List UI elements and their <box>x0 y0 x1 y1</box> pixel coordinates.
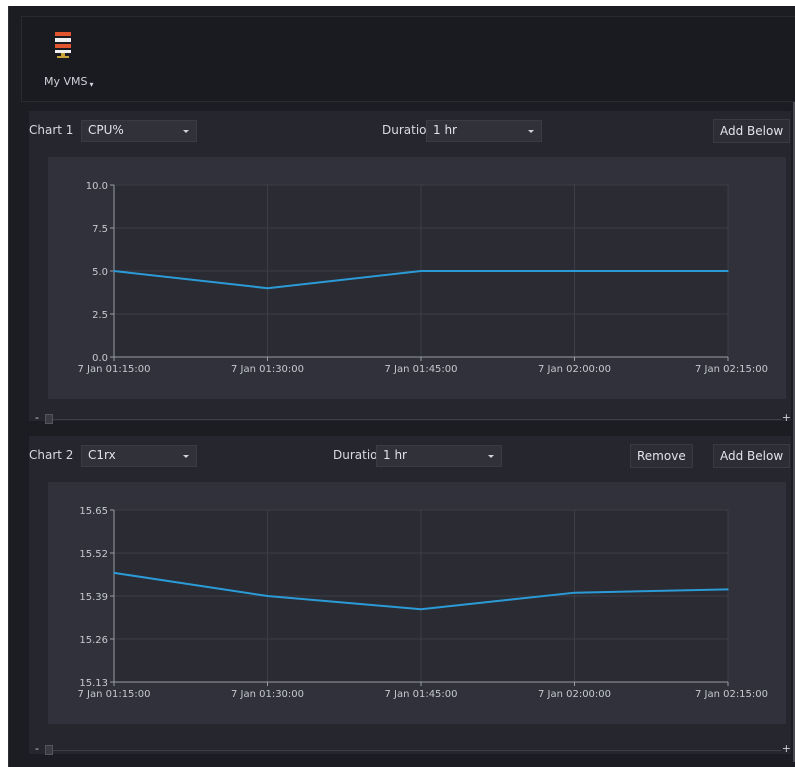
x-tick-label: 7 Jan 02:15:00 <box>695 689 768 700</box>
x-tick-label: 7 Jan 02:00:00 <box>538 364 611 375</box>
y-tick-label: 15.65 <box>79 506 108 517</box>
x-tick-label: 7 Jan 01:45:00 <box>384 689 457 700</box>
time-range-slider[interactable]: - + <box>29 411 791 427</box>
chart-area: 15.13 15.26 15.39 15.52 15.65 7 Jan 01:15:00 7… <box>48 482 786 724</box>
x-tick-label: 7 Jan 02:00:00 <box>538 689 611 700</box>
duration-select[interactable]: 1 hr <box>376 445 502 467</box>
x-tick-label: 7 Jan 02:15:00 <box>695 364 768 375</box>
slider-track[interactable] <box>53 419 781 420</box>
y-tick-label: 15.52 <box>79 549 108 560</box>
data-point <box>420 608 422 611</box>
dropdown-arrow-icon <box>488 455 494 458</box>
zoom-in-icon[interactable]: + <box>782 742 791 755</box>
app-window: My VMS ▾ Chart 1 CPU% Duration 1 hr Add B… <box>8 6 795 767</box>
x-tick-label: 7 Jan 01:45:00 <box>384 364 457 375</box>
header-bar: My VMS ▾ <box>21 16 795 102</box>
data-point <box>266 287 269 289</box>
line-chart: 15.13 15.26 15.39 15.52 15.65 7 Jan 01:15:00 7… <box>77 506 768 700</box>
y-tick-label: 7.5 <box>92 224 108 235</box>
data-point <box>266 595 269 597</box>
y-tick-label: 0.0 <box>92 353 108 364</box>
duration-select[interactable]: 1 hr <box>426 120 542 142</box>
time-range-slider[interactable]: - + <box>29 742 791 758</box>
y-tick-label: 15.39 <box>79 592 108 603</box>
zoom-out-icon[interactable]: - <box>35 411 39 424</box>
chart-panel-header: Chart 1 CPU% Duration 1 hr Add Below <box>29 111 791 153</box>
add-below-button[interactable]: Add Below <box>713 444 791 468</box>
dropdown-arrow-icon <box>183 130 189 133</box>
chart-panel-2: Chart 2 C1rx Duration 1 hr Remove Add Be… <box>29 436 791 755</box>
y-tick-label: 15.26 <box>79 635 108 646</box>
slider-handle[interactable] <box>45 745 53 755</box>
metric-select-value: C1rx <box>88 448 116 462</box>
duration-select-value: 1 hr <box>433 123 457 137</box>
line-chart: 0.0 2.5 5.0 7.5 10.0 7 Jan 01:15:00 7 Jan 01:3… <box>77 181 768 375</box>
chart-panel-header: Chart 2 C1rx Duration 1 hr Remove Add Be… <box>29 436 791 478</box>
dropdown-arrow-icon <box>183 455 189 458</box>
chart-label: Chart 1 <box>29 123 74 137</box>
vms-menu-label: My VMS <box>44 75 88 88</box>
slider-handle[interactable] <box>45 414 53 424</box>
x-tick-label: 7 Jan 01:30:00 <box>231 364 304 375</box>
data-point <box>573 270 576 272</box>
chart-panel-1: Chart 1 CPU% Duration 1 hr Add Below 0.0… <box>29 111 791 424</box>
remove-button[interactable]: Remove <box>630 444 693 468</box>
data-point <box>420 270 422 272</box>
caret-down-icon: ▾ <box>89 80 94 89</box>
vms-menu[interactable]: My VMS ▾ <box>44 75 94 89</box>
server-stack-icon[interactable] <box>53 31 73 63</box>
slider-track[interactable] <box>53 750 781 751</box>
metric-select-value: CPU% <box>88 123 124 137</box>
data-point <box>113 572 115 574</box>
data-point <box>727 270 729 272</box>
x-tick-label: 7 Jan 01:30:00 <box>231 689 304 700</box>
zoom-in-icon[interactable]: + <box>782 411 791 424</box>
zoom-out-icon[interactable]: - <box>35 742 39 755</box>
data-point <box>727 588 729 591</box>
metric-select[interactable]: CPU% <box>81 120 197 142</box>
duration-select-value: 1 hr <box>383 448 407 462</box>
x-tick-label: 7 Jan 01:15:00 <box>77 364 150 375</box>
chart-label: Chart 2 <box>29 448 74 462</box>
add-below-button[interactable]: Add Below <box>713 119 791 143</box>
metric-select[interactable]: C1rx <box>81 445 197 467</box>
y-tick-label: 10.0 <box>86 181 108 192</box>
y-tick-label: 15.13 <box>79 678 108 689</box>
data-point <box>573 591 576 594</box>
x-tick-label: 7 Jan 01:15:00 <box>77 689 150 700</box>
chart-area: 0.0 2.5 5.0 7.5 10.0 7 Jan 01:15:00 7 Jan 01:3… <box>48 157 786 399</box>
y-tick-label: 2.5 <box>92 310 108 321</box>
data-point <box>113 270 115 272</box>
y-tick-label: 5.0 <box>92 267 108 278</box>
dropdown-arrow-icon <box>528 130 534 133</box>
